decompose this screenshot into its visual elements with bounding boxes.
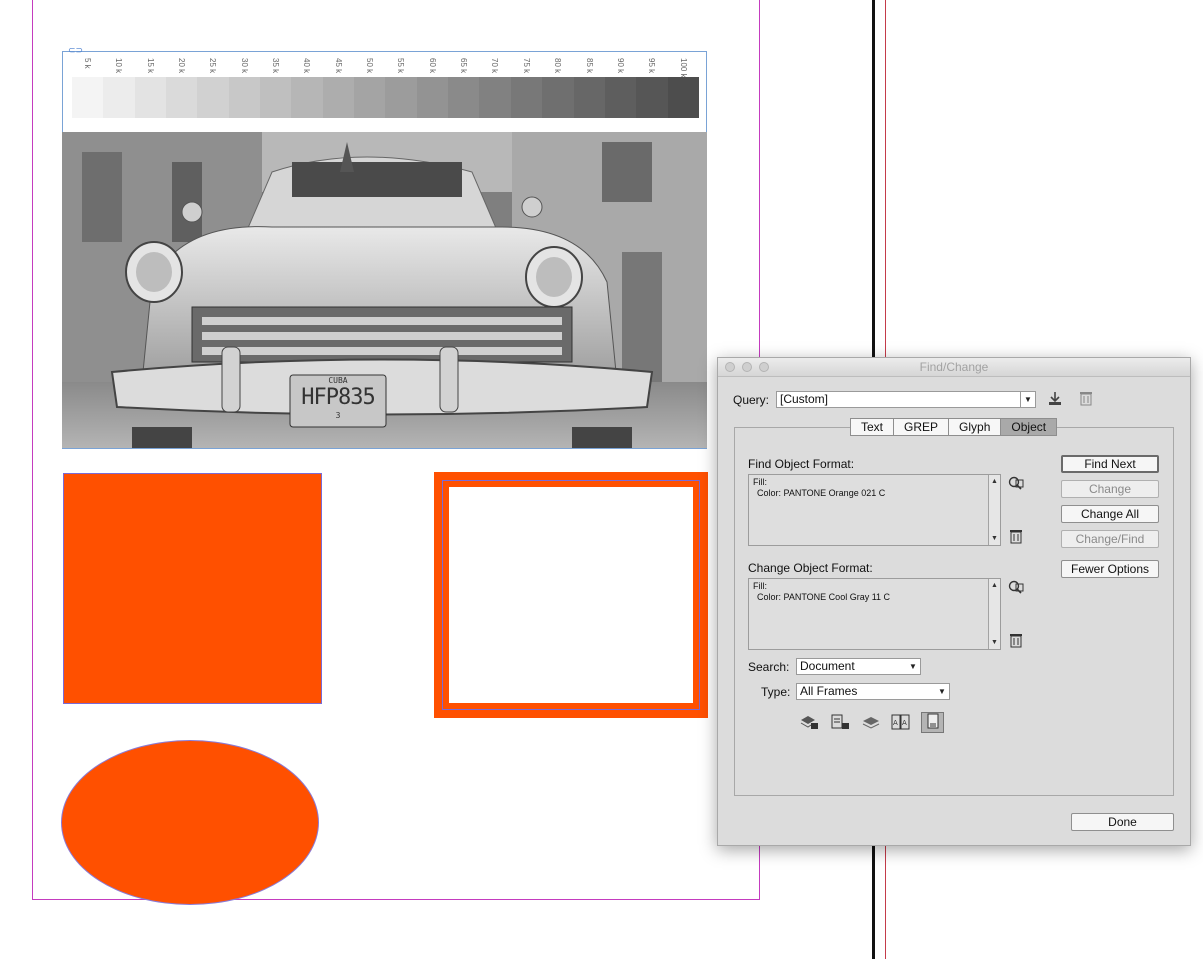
scroll-up-icon[interactable]: ▲ <box>989 580 1000 591</box>
find-object-format-box[interactable]: Fill: Color: PANTONE Orange 021 C ▲ ▼ <box>748 474 1001 546</box>
tab-glyph[interactable]: Glyph <box>949 419 1002 435</box>
include-footnotes-icon[interactable] <box>921 712 944 733</box>
include-master-pages-icon[interactable]: AA <box>890 714 912 732</box>
specify-find-format-icon[interactable] <box>1007 475 1025 493</box>
find-format-line: Fill: <box>753 477 767 487</box>
gray-swatch <box>542 77 574 118</box>
gray-swatch <box>166 77 198 118</box>
change-format-line: Fill: <box>753 581 767 591</box>
search-scope-dropdown[interactable]: Document ▼ <box>796 658 921 675</box>
change-format-line: Color: PANTONE Cool Gray 11 C <box>757 592 891 602</box>
clear-change-format-icon[interactable] <box>1008 632 1024 648</box>
tab-grep[interactable]: GREP <box>894 419 950 435</box>
svg-text:A: A <box>893 719 898 727</box>
change-format-scrollbar[interactable]: ▲ ▼ <box>988 579 1000 649</box>
done-button[interactable]: Done <box>1071 813 1174 831</box>
scroll-down-icon[interactable]: ▼ <box>989 533 1000 544</box>
chevron-down-icon: ▼ <box>909 662 917 671</box>
include-locked-objects-icon[interactable] <box>829 714 851 732</box>
gray-swatch <box>416 77 449 118</box>
gray-swatch <box>636 77 668 118</box>
gray-swatch <box>322 77 355 118</box>
gray-swatch <box>72 77 104 118</box>
frame-selection-guide <box>442 480 700 710</box>
query-label: Query: <box>733 393 770 407</box>
find-object-format-label: Find Object Format: <box>748 457 855 471</box>
dialog-titlebar[interactable]: Find/Change <box>718 358 1190 377</box>
tab-object[interactable]: Object <box>1001 419 1057 435</box>
license-plate-number: HFP835 <box>301 385 375 410</box>
dialog-title: Find/Change <box>919 360 989 374</box>
find-change-dialog: Find/Change Query: [Custom] ▼ Text GREP … <box>717 357 1191 846</box>
chevron-down-icon: ▼ <box>938 687 946 696</box>
gray-swatch <box>354 77 386 118</box>
fewer-options-button[interactable]: Fewer Options <box>1061 560 1159 578</box>
gray-swatch <box>103 77 135 118</box>
gray-swatch <box>510 77 543 118</box>
gray-swatch <box>134 77 167 118</box>
chevron-down-icon: ▼ <box>1020 392 1035 407</box>
specify-change-format-icon[interactable] <box>1007 579 1025 597</box>
tab-text[interactable]: Text <box>851 419 895 435</box>
clear-find-format-icon[interactable] <box>1008 528 1024 544</box>
query-dropdown[interactable]: [Custom] ▼ <box>776 391 1036 408</box>
gray-swatch <box>667 77 699 118</box>
car-photo[interactable]: CUBA HFP835 3 <box>62 132 707 448</box>
change-all-button[interactable]: Change All <box>1061 505 1159 523</box>
include-hidden-layers-icon[interactable] <box>860 714 882 732</box>
include-locked-layers-icon[interactable] <box>798 714 820 732</box>
find-format-line: Color: PANTONE Orange 021 C <box>757 488 886 498</box>
orange-ellipse[interactable] <box>61 740 319 905</box>
gray-swatch <box>291 77 323 118</box>
gray-swatch <box>260 77 292 118</box>
scroll-up-icon[interactable]: ▲ <box>989 476 1000 487</box>
gray-swatch <box>479 77 511 118</box>
change-find-button[interactable]: Change/Find <box>1061 530 1159 548</box>
change-button[interactable]: Change <box>1061 480 1159 498</box>
gray-swatch <box>573 77 605 118</box>
change-object-format-label: Change Object Format: <box>748 561 873 575</box>
query-value: [Custom] <box>780 392 829 406</box>
license-plate: CUBA HFP835 3 <box>290 376 386 426</box>
save-query-icon[interactable] <box>1046 390 1064 408</box>
find-format-scrollbar[interactable]: ▲ ▼ <box>988 475 1000 545</box>
type-value: All Frames <box>800 684 858 698</box>
svg-text:A: A <box>902 719 907 727</box>
gray-swatch <box>228 77 261 118</box>
search-scope-value: Document <box>800 659 855 673</box>
search-label: Search: <box>748 660 790 674</box>
link-icon[interactable]: ⊂⊃ <box>68 45 84 55</box>
gray-scale-strip <box>72 77 699 118</box>
change-object-format-box[interactable]: Fill: Color: PANTONE Cool Gray 11 C ▲ ▼ <box>748 578 1001 650</box>
gray-strip-labels: 5 k 10 k 15 k 20 k 25 k 30 k 35 k 40 k 4… <box>72 58 699 78</box>
gray-swatch <box>448 77 480 118</box>
delete-query-icon[interactable] <box>1077 390 1095 408</box>
license-plate-region: 3 <box>335 411 341 420</box>
type-label: Type: <box>761 685 791 699</box>
scroll-down-icon[interactable]: ▼ <box>989 637 1000 648</box>
find-next-button[interactable]: Find Next <box>1061 455 1159 473</box>
gray-swatch <box>604 77 637 118</box>
license-plate-country: CUBA <box>328 376 348 385</box>
type-dropdown[interactable]: All Frames ▼ <box>796 683 950 700</box>
tab-bar: Text GREP Glyph Object <box>850 418 1058 436</box>
gray-swatch <box>197 77 229 118</box>
orange-rectangle[interactable] <box>63 473 322 704</box>
gray-swatch <box>385 77 417 118</box>
